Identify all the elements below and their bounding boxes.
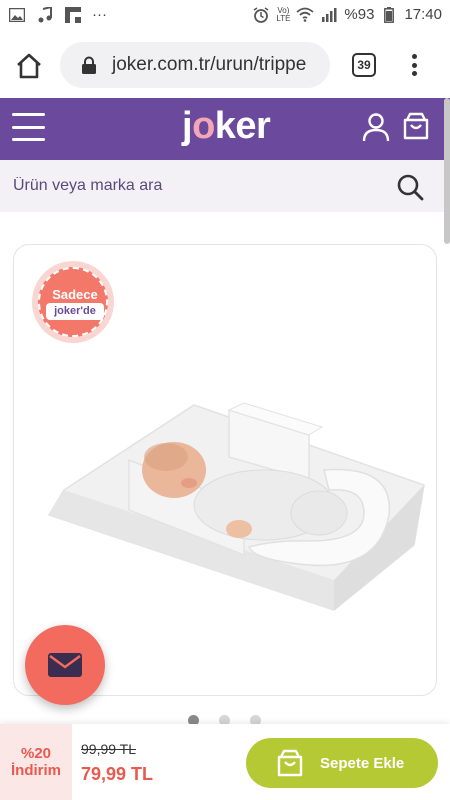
signal-icon — [320, 7, 338, 23]
badge-bottom-text: joker'de — [46, 303, 104, 320]
browser-toolbar: joker.com.tr/urun/trippe 39 — [0, 32, 450, 98]
badge-inner: Sadece joker'de — [38, 267, 108, 337]
home-button[interactable] — [14, 51, 44, 81]
purchase-bar: %20 İndirim 99,99 TL 79,99 TL Sepete Ekl… — [0, 724, 450, 800]
user-icon[interactable] — [362, 112, 390, 142]
shopping-bag-icon — [277, 749, 303, 777]
more-notifications: ··· — [92, 6, 107, 23]
gallery-icon — [8, 7, 26, 23]
joker-logo[interactable]: joker — [182, 105, 271, 148]
site-header: joker — [0, 98, 450, 160]
logo-o: o — [192, 105, 215, 147]
shopping-bag-icon[interactable] — [401, 111, 431, 141]
email-button[interactable] — [25, 625, 105, 705]
add-to-cart-label: Sepete Ekle — [320, 754, 405, 772]
exclusive-badge: Sadece joker'de — [32, 261, 114, 343]
logo-j: j — [182, 105, 193, 147]
battery-icon — [380, 6, 398, 23]
hamburger-menu-icon[interactable] — [12, 113, 45, 141]
music-note-icon — [36, 6, 54, 23]
search-icon[interactable] — [396, 173, 424, 201]
address-bar[interactable]: joker.com.tr/urun/trippe — [60, 42, 330, 88]
home-icon — [17, 53, 41, 79]
browser-menu-button[interactable] — [404, 52, 424, 78]
add-to-cart-button[interactable]: Sepete Ekle — [246, 738, 438, 788]
old-price: 99,99 TL — [81, 741, 137, 757]
mail-icon — [48, 653, 82, 677]
discount-label: İndirim — [10, 762, 61, 779]
hamburger-line — [12, 125, 45, 129]
lock-icon — [82, 56, 96, 74]
volte-indicator: Vo) LTE — [276, 5, 291, 23]
logo-rest: ker — [214, 105, 271, 147]
wifi-icon — [296, 7, 315, 23]
menu-dot — [411, 71, 417, 76]
status-bar-system: Vo) LTE %93 17:40 — [252, 6, 442, 23]
badge-top-text: Sadece — [52, 287, 98, 302]
page: ··· Vo) LTE %93 17:40 joker.com.tr/urun/… — [0, 0, 450, 800]
search-input[interactable] — [0, 160, 380, 212]
discount-badge: %20 İndirim — [0, 724, 72, 800]
hamburger-line — [12, 113, 45, 116]
search-bar — [0, 160, 450, 212]
status-bar: ··· Vo) LTE %93 17:40 — [0, 0, 450, 32]
url-text: joker.com.tr/urun/trippe — [112, 54, 307, 75]
clock: 17:40 — [404, 6, 442, 23]
baby-sleep-positioner-image[interactable] — [34, 365, 434, 635]
scrollbar-thumb[interactable] — [444, 98, 450, 244]
current-price: 79,99 TL — [81, 764, 154, 784]
battery-level: %93 — [344, 6, 375, 23]
tab-switcher-button[interactable]: 39 — [352, 53, 376, 77]
alarm-icon — [252, 6, 270, 23]
discount-percent: %20 — [20, 745, 52, 762]
menu-dot — [411, 54, 417, 59]
menu-dot — [411, 62, 417, 68]
status-bar-notifications: ··· — [8, 6, 107, 23]
flipboard-icon — [64, 6, 82, 23]
hamburger-line — [12, 138, 45, 141]
